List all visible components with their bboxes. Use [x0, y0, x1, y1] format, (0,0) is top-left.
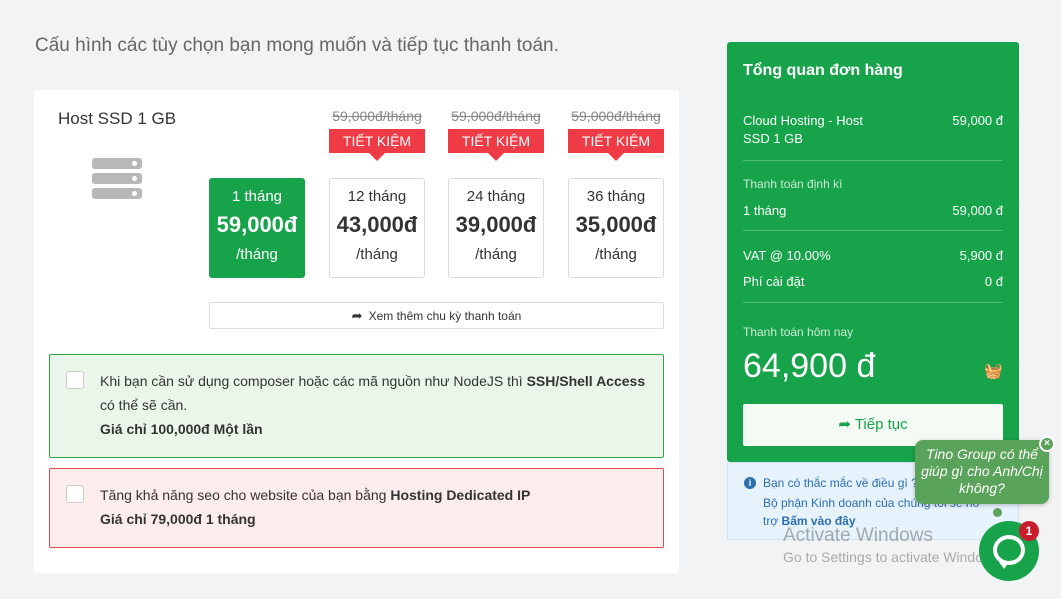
windows-watermark-text: Go to Settings to activate Windows.: [783, 549, 1004, 565]
addon-ssh-checkbox[interactable]: [66, 371, 84, 389]
chat-close-icon[interactable]: ×: [1039, 436, 1055, 452]
vat-price: 5,900 đ: [959, 248, 1003, 263]
info-icon: i: [744, 477, 756, 489]
plan-per: /tháng: [356, 246, 398, 263]
total-amount: 64,900 đ: [743, 347, 876, 385]
plan-price: 39,000đ: [455, 212, 537, 237]
addon-ip-price: Giá chỉ 79,000đ 1 tháng: [100, 511, 256, 527]
product-config-card: Host SSD 1 GB 59,000đ/tháng TIẾT KIỆM 27…: [34, 90, 679, 573]
plan-option-36-months[interactable]: 36 tháng 35,000đ /tháng: [568, 178, 664, 278]
plan-price: 59,000đ: [216, 212, 298, 237]
vat-row: VAT @ 10.00% 5,900 đ: [743, 248, 1003, 263]
plan-months: 1 tháng: [231, 188, 283, 205]
save-badge-36: TIẾT KIỆM 40%: [568, 129, 664, 173]
plan-price: 43,000đ: [336, 212, 418, 237]
product-name: Host SSD 1 GB: [58, 109, 177, 128]
summary-item-name-1: Cloud Hosting - Host: [743, 113, 863, 128]
old-price-12: 59,000đ/tháng: [332, 108, 422, 124]
page-subtitle: Cấu hình các tùy chọn bạn mong muốn và t…: [35, 35, 559, 56]
help-prefix: trợ: [763, 514, 782, 528]
summary-title: Tổng quan đơn hàng: [743, 62, 903, 79]
order-summary-panel: Tổng quan đơn hàng Cloud Hosting - Host …: [727, 42, 1019, 462]
setup-label: Phí cài đặt: [743, 274, 805, 289]
continue-label: Tiếp tục: [854, 416, 908, 433]
chat-greeting-bubble[interactable]: Tino Group có thể giúp gì cho Anh/Chị kh…: [915, 440, 1049, 504]
plan-option-24-months[interactable]: 24 tháng 39,000đ /tháng: [448, 178, 544, 278]
old-price-36: 59,000đ/tháng: [571, 108, 661, 124]
divider: [743, 230, 1003, 231]
summary-item-name-2: SSD 1 GB: [743, 131, 803, 146]
addon-ssh-desc-2: có thể sẽ cần.: [100, 397, 188, 413]
plan-price: 35,000đ: [575, 212, 657, 237]
addon-ssh-price: Giá chỉ 100,000đ Một lần: [100, 421, 263, 437]
billing-cycle: 1 tháng: [743, 203, 787, 218]
addon-dedicated-ip: Tăng khả năng seo cho website của bạn bằ…: [49, 468, 664, 548]
addon-ip-text: Tăng khả năng seo cho website của bạn bằ…: [100, 483, 655, 531]
save-badge-12: TIẾT KIỆM 27%: [329, 129, 425, 173]
setup-price: 0 đ: [984, 274, 1003, 289]
addon-ip-desc: Tăng khả năng seo cho website của bạn bằ…: [100, 487, 391, 503]
divider: [743, 160, 1003, 161]
setup-row: Phí cài đặt 0 đ: [743, 274, 1003, 289]
more-cycles-label: Xem thêm chu kỳ thanh toán: [368, 309, 522, 323]
chat-bubble-icon: [993, 535, 1025, 569]
old-price-24: 59,000đ/tháng: [451, 108, 541, 124]
billing-row: 1 tháng 59,000 đ: [743, 203, 1003, 218]
addon-ssh-name: SSH/Shell Access: [526, 373, 646, 389]
chat-unread-badge: 1: [1019, 521, 1039, 541]
windows-watermark-title: Activate Windows: [783, 525, 933, 546]
divider: [743, 302, 1003, 303]
share-arrow-icon: ➦: [351, 308, 363, 323]
addon-ssh-access: Khi bạn cần sử dụng composer hoặc các mã…: [49, 354, 664, 458]
plan-option-12-months[interactable]: 12 tháng 43,000đ /tháng: [329, 178, 425, 278]
share-arrow-icon: ➦: [838, 416, 851, 433]
plan-months: 24 tháng: [466, 188, 526, 205]
plan-per: /tháng: [236, 246, 278, 263]
billing-label: Thanh toán định kì: [743, 177, 843, 191]
chat-dot: [993, 508, 1002, 517]
server-icon: [92, 158, 142, 202]
more-billing-cycles-button[interactable]: ➦ Xem thêm chu kỳ thanh toán: [209, 302, 664, 329]
vat-label: VAT @ 10.00%: [743, 248, 831, 263]
billing-price: 59,000 đ: [952, 203, 1003, 218]
plan-months: 36 tháng: [586, 188, 646, 205]
summary-item-price: 59,000 đ: [952, 113, 1003, 128]
plan-per: /tháng: [595, 246, 637, 263]
plan-months: 12 tháng: [347, 188, 407, 205]
basket-icon: 🧺: [984, 363, 1003, 380]
addon-ssh-text: Khi bạn cần sử dụng composer hoặc các mã…: [100, 369, 655, 441]
summary-item: Cloud Hosting - Host SSD 1 GB 59,000 đ: [743, 112, 1003, 148]
save-badge-24: TIẾT KIỆM 33%: [448, 129, 544, 173]
addon-ip-checkbox[interactable]: [66, 485, 84, 503]
today-label: Thanh toán hôm nay: [743, 325, 854, 339]
plan-per: /tháng: [475, 246, 517, 263]
addon-ssh-desc: Khi bạn cần sử dụng composer hoặc các mã…: [100, 373, 527, 389]
plan-option-1-month[interactable]: 1 tháng 59,000đ /tháng: [209, 178, 305, 278]
help-line-1: Bạn có thắc mắc về điều gì ?: [763, 476, 918, 490]
addon-ip-name: Hosting Dedicated IP: [390, 487, 531, 503]
